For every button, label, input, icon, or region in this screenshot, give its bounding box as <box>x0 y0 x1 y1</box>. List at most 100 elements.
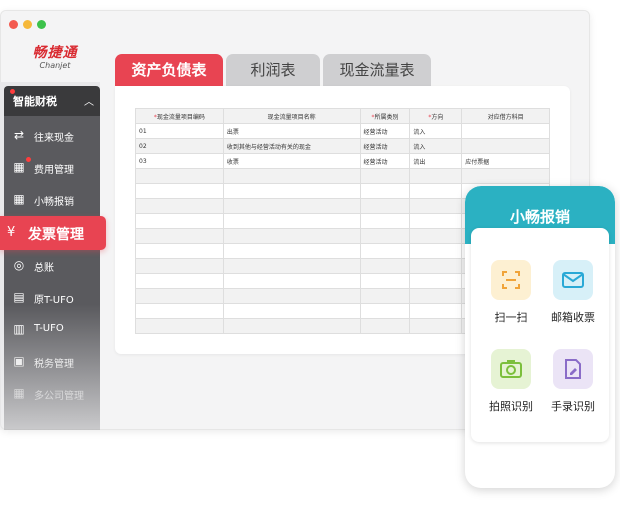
table-cell <box>409 183 463 199</box>
table-cell: 02 <box>135 138 224 154</box>
sidebar-item-cash[interactable]: ⇄ 往来现金 <box>4 120 100 150</box>
table-cell <box>135 198 224 214</box>
sidebar-header[interactable]: 智能财税 ︿ <box>4 86 100 116</box>
transfer-icon: ⇄ <box>13 128 25 142</box>
sidebar-item-invoice[interactable]: ¥ 发票管理 <box>0 216 106 250</box>
column-header: *所属类别 <box>359 108 411 124</box>
table-cell: 流入 <box>409 123 463 139</box>
required-marker: * <box>428 113 432 121</box>
table-cell: 收到其他与经营活动有关的现金 <box>222 138 361 154</box>
tab-balance-sheet[interactable]: 资产负债表 <box>115 54 223 86</box>
brand-logo: 畅捷通 Chanjet <box>20 42 90 70</box>
sidebar-item-label: 小畅报销 <box>34 197 74 208</box>
table-row[interactable]: 01 出票 经营活动 流入 <box>135 123 550 139</box>
table-cell <box>359 318 411 334</box>
reimburse-icon: ▦ <box>13 192 25 206</box>
table-cell <box>222 243 361 259</box>
brand-name-en: Chanjet <box>39 61 71 70</box>
table-cell <box>409 243 463 259</box>
table-cell <box>222 198 361 214</box>
column-header: 现金流量项目名称 <box>222 108 361 124</box>
table-cell <box>359 168 411 184</box>
table-cell <box>359 288 411 304</box>
sidebar-item-tax[interactable]: ▣ 税务管理 <box>4 346 100 376</box>
table-cell <box>222 258 361 274</box>
sidebar-item-expense[interactable]: ▦ 费用管理 <box>4 152 100 182</box>
table-cell <box>222 288 361 304</box>
sidebar-header-label: 智能财税 <box>13 95 57 108</box>
table-cell <box>359 183 411 199</box>
table-cell <box>461 168 550 184</box>
table-cell <box>222 273 361 289</box>
sidebar-item-reimburse[interactable]: ▦ 小畅报销 <box>4 184 100 214</box>
table-cell <box>409 303 463 319</box>
sidebar-item-label: 费用管理 <box>34 165 74 176</box>
table-cell <box>409 288 463 304</box>
table-cell <box>222 318 361 334</box>
report-icon: ▥ <box>13 322 25 336</box>
sidebar-item-label: 往来现金 <box>34 133 74 144</box>
maximize-window-button[interactable] <box>37 20 46 29</box>
table-cell <box>135 183 224 199</box>
table-cell <box>409 168 463 184</box>
column-header: *现金流量项目编码 <box>135 108 224 124</box>
mobile-reimburse-panel: 小畅报销 扫一扫 邮箱收票 拍照识别 手录识别 <box>465 186 615 488</box>
table-cell: 收票 <box>222 153 361 169</box>
table-cell <box>135 243 224 259</box>
table-cell <box>135 258 224 274</box>
sidebar-item-multi-company[interactable]: ▦ 多公司管理 <box>4 378 100 408</box>
manual-entry-button[interactable]: 手录识别 <box>545 349 601 414</box>
column-header: 对应借方科目 <box>461 108 550 124</box>
table-cell: 经营活动 <box>359 123 411 139</box>
table-cell <box>222 303 361 319</box>
invoice-icon: ¥ <box>7 225 16 240</box>
table-cell <box>222 168 361 184</box>
sidebar-menu: ⇄ 往来现金 ▦ 费用管理 ▦ 小畅报销 ◎ 总账 ▤ 原T-UFO ▥ T-U… <box>4 116 100 430</box>
table-cell <box>409 198 463 214</box>
badge-dot <box>26 157 31 162</box>
table-cell <box>135 273 224 289</box>
minimize-window-button[interactable] <box>23 20 32 29</box>
company-icon: ▦ <box>13 386 25 400</box>
sidebar-item-tufo[interactable]: ▥ T-UFO <box>4 314 100 344</box>
ledger-icon: ◎ <box>13 258 25 272</box>
sidebar-item-label: 总账 <box>34 263 54 274</box>
table-cell <box>409 228 463 244</box>
required-marker: * <box>371 113 375 121</box>
table-row[interactable]: 03 收票 经营活动 流出 应付票据 <box>135 153 550 169</box>
scan-button[interactable]: 扫一扫 <box>483 260 539 325</box>
table-cell <box>359 258 411 274</box>
tab-cash-flow[interactable]: 现金流量表 <box>323 54 431 86</box>
table-cell <box>409 273 463 289</box>
table-cell: 经营活动 <box>359 153 411 169</box>
tab-income-statement[interactable]: 利润表 <box>226 54 320 86</box>
sidebar-item-ledger[interactable]: ◎ 总账 <box>4 250 100 280</box>
table-cell <box>359 213 411 229</box>
table-cell <box>135 303 224 319</box>
required-marker: * <box>153 113 157 121</box>
table-cell: 流入 <box>409 138 463 154</box>
mail-icon <box>553 260 593 300</box>
table-row[interactable]: 02 收到其他与经营活动有关的现金 经营活动 流入 <box>135 138 550 154</box>
table-cell <box>409 258 463 274</box>
table-row-empty[interactable] <box>135 168 550 184</box>
table-cell <box>359 273 411 289</box>
feature-label: 扫一扫 <box>494 311 528 324</box>
mail-receipt-button[interactable]: 邮箱收票 <box>545 260 601 325</box>
sidebar-item-old-tufo[interactable]: ▤ 原T-UFO <box>4 282 100 312</box>
table-cell: 经营活动 <box>359 138 411 154</box>
table-cell <box>409 318 463 334</box>
chevron-up-icon[interactable]: ︿ <box>84 93 94 108</box>
table-cell <box>135 213 224 229</box>
close-window-button[interactable] <box>9 20 18 29</box>
table-cell <box>135 318 224 334</box>
feature-label: 手录识别 <box>551 400 595 413</box>
feature-label: 邮箱收票 <box>551 311 595 324</box>
table-cell <box>359 228 411 244</box>
table-cell <box>409 213 463 229</box>
table-header-row: *现金流量项目编码 现金流量项目名称 *所属类别 *方向 对应借方科目 <box>135 108 550 124</box>
photo-recognize-button[interactable]: 拍照识别 <box>483 349 539 414</box>
table-cell <box>359 303 411 319</box>
sidebar-item-label: 税务管理 <box>34 359 74 370</box>
manual-entry-icon <box>553 349 593 389</box>
